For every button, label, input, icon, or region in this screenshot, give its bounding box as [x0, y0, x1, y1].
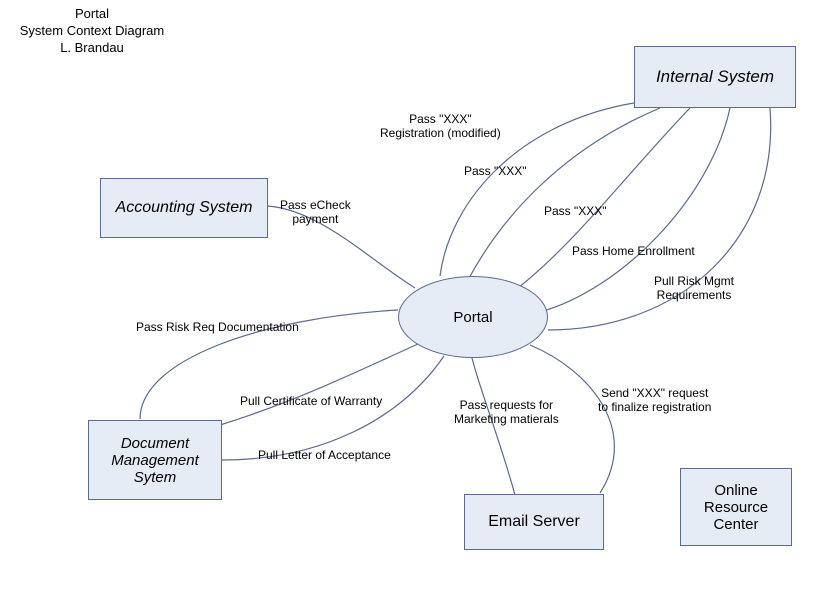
- node-internal: Internal System: [634, 46, 796, 108]
- node-email-label: Email Server: [488, 513, 580, 531]
- label-marketing: Pass requests for Marketing matierals: [454, 398, 559, 427]
- title-line1: Portal: [12, 6, 172, 23]
- edge-dms-cert: [220, 344, 418, 425]
- node-dms-label: Document Management Sytem: [111, 435, 199, 486]
- label-xxx2: Pass "XXX": [544, 204, 607, 218]
- node-email: Email Server: [464, 494, 604, 550]
- node-orc: Online Resource Center: [680, 468, 792, 546]
- label-reg: Pass "XXX" Registration (modified): [380, 112, 501, 141]
- title-author: L. Brandau: [12, 40, 172, 57]
- node-accounting: Accounting System: [100, 178, 268, 238]
- node-dms: Document Management Sytem: [88, 420, 222, 500]
- node-portal-label: Portal: [453, 309, 492, 326]
- label-xxx1: Pass "XXX": [464, 164, 527, 178]
- node-portal: Portal: [398, 276, 548, 358]
- label-pullrisk: Pull Risk Mgmt Requirements: [654, 274, 734, 303]
- label-home: Pass Home Enrollment: [572, 244, 695, 258]
- edge-internal-xxx2: [510, 108, 690, 294]
- title-line2: System Context Diagram: [12, 23, 172, 40]
- diagram-title: Portal System Context Diagram L. Brandau: [12, 6, 172, 57]
- node-internal-label: Internal System: [656, 67, 774, 87]
- label-echeck: Pass eCheck payment: [280, 198, 351, 227]
- node-accounting-label: Accounting System: [116, 199, 253, 217]
- label-send: Send "XXX" request to finalize registrat…: [598, 386, 711, 415]
- node-orc-label: Online Resource Center: [704, 482, 768, 533]
- label-cert: Pull Certificate of Warranty: [240, 394, 382, 408]
- label-riskdoc: Pass Risk Req Documentation: [136, 320, 299, 334]
- label-letter: Pull Letter of Acceptance: [258, 448, 391, 462]
